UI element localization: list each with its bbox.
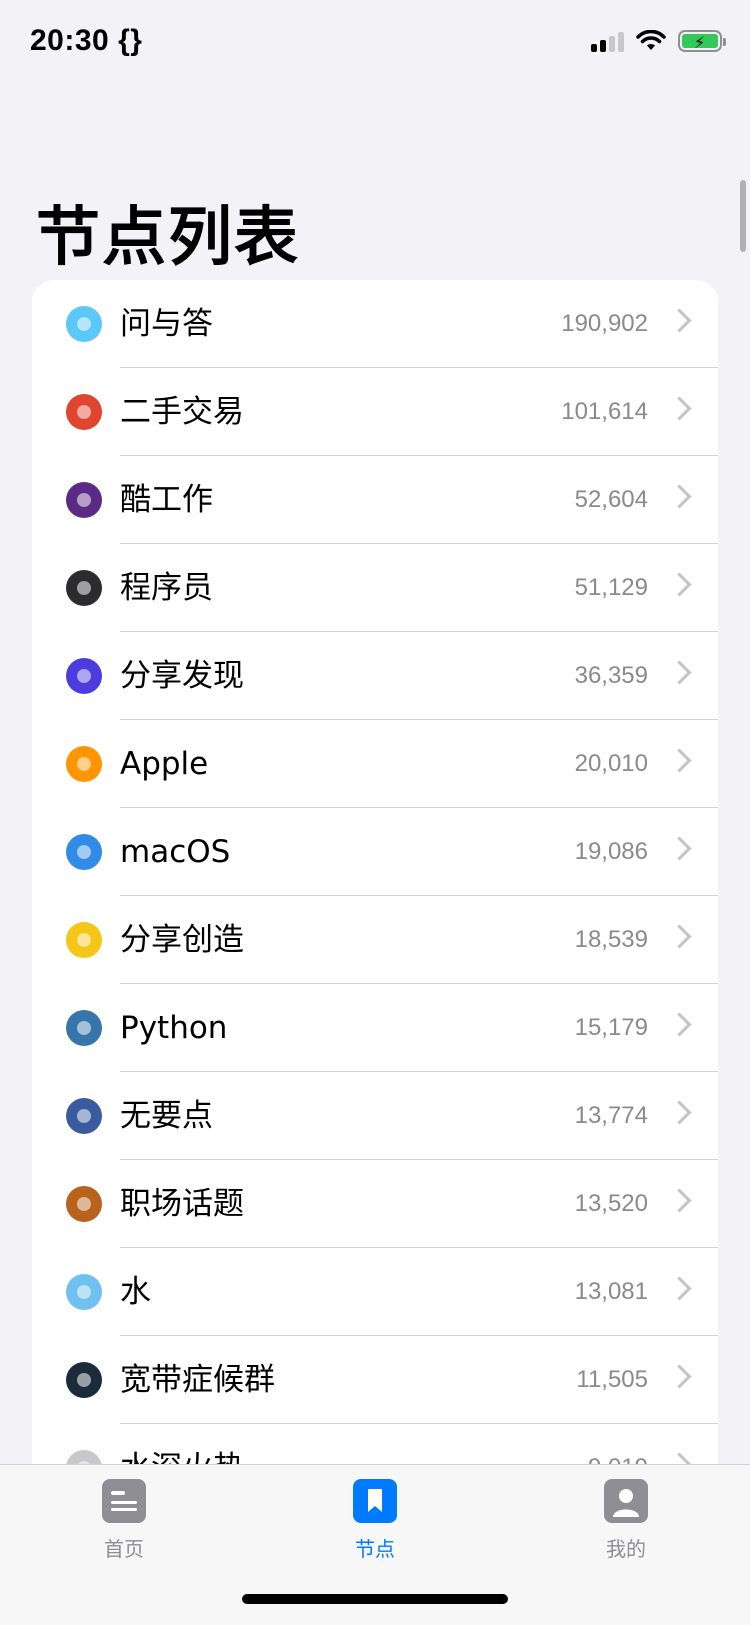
finder-icon xyxy=(64,832,104,872)
list-item[interactable]: 宽带症候群 11,505 xyxy=(32,1336,718,1424)
list-item[interactable]: 分享创造 18,539 xyxy=(32,896,718,984)
best-offer-tag-icon xyxy=(64,392,104,432)
home-indicator xyxy=(242,1594,508,1604)
node-topic-count: 190,902 xyxy=(561,310,648,337)
trash-can-icon xyxy=(64,1096,104,1136)
node-topic-count: 13,520 xyxy=(574,1190,648,1217)
node-title: 分享发现 xyxy=(120,658,244,694)
node-title: 分享创造 xyxy=(120,922,244,958)
status-time: 20:30 {} xyxy=(30,24,143,57)
chevron-right-icon xyxy=(667,396,692,421)
chevron-right-icon xyxy=(667,924,692,949)
list-item[interactable]: 分享发现 36,359 xyxy=(32,632,718,720)
node-topic-count: 18,539 xyxy=(574,926,648,953)
node-title: 酷工作 xyxy=(120,482,213,518)
unicorn-icon xyxy=(64,480,104,520)
tab-home[interactable]: 首页 xyxy=(64,1479,184,1569)
node-topic-count: 19,086 xyxy=(574,838,648,865)
node-title: 问与答 xyxy=(120,306,213,342)
node-list: 问与答 190,902 二手交易 101,614 酷工作 52,604 程序员 51,129 分… xyxy=(32,280,718,1480)
chevron-right-icon xyxy=(667,660,692,685)
scroll-indicator[interactable] xyxy=(740,180,746,252)
tab-me-label: 我的 xyxy=(606,1537,646,1561)
app-store-logo-icon xyxy=(64,568,104,608)
chevron-right-icon xyxy=(667,572,692,597)
node-title: 水 xyxy=(120,1274,151,1310)
list-item[interactable]: 职场话题 13,520 xyxy=(32,1160,718,1248)
list-item[interactable]: macOS 19,086 xyxy=(32,808,718,896)
chevron-right-icon xyxy=(667,1276,692,1301)
node-topic-count: 15,179 xyxy=(574,1014,648,1041)
network-globe-icon xyxy=(64,1360,104,1400)
node-topic-count: 101,614 xyxy=(561,398,648,425)
list-item[interactable]: 程序员 51,129 xyxy=(32,544,718,632)
tab-nodes[interactable]: 节点 xyxy=(315,1479,435,1569)
battery-icon: ⚡ xyxy=(678,30,726,52)
list-item[interactable]: 酷工作 52,604 xyxy=(32,456,718,544)
list-item[interactable]: Apple 20,010 xyxy=(32,720,718,808)
node-title: 程序员 xyxy=(120,570,213,606)
cellular-signal-icon xyxy=(591,30,624,52)
list-item[interactable]: 问与答 190,902 xyxy=(32,280,718,368)
chevron-right-icon xyxy=(667,748,692,773)
status-icons: ⚡ xyxy=(591,30,726,52)
tab-nodes-label: 节点 xyxy=(355,1537,395,1561)
node-topic-count: 13,774 xyxy=(574,1102,648,1129)
node-title: Python xyxy=(120,1010,228,1046)
chevron-right-icon xyxy=(667,1364,692,1389)
node-topic-count: 20,010 xyxy=(574,750,648,777)
page-title: 节点列表 xyxy=(36,201,300,275)
chevron-right-icon xyxy=(667,484,692,509)
chevron-right-icon xyxy=(667,836,692,861)
node-topic-count: 36,359 xyxy=(574,662,648,689)
chevron-right-icon xyxy=(667,1100,692,1125)
infinity-icon xyxy=(64,920,104,960)
tab-me[interactable]: 我的 xyxy=(566,1479,686,1569)
node-topic-count: 52,604 xyxy=(574,486,648,513)
list-item[interactable]: 二手交易 101,614 xyxy=(32,368,718,456)
lightbulb-icon xyxy=(64,656,104,696)
status-bar: 20:30 {} ⚡ xyxy=(0,0,750,90)
tab-home-label: 首页 xyxy=(104,1537,144,1561)
chevron-right-icon xyxy=(667,1012,692,1037)
person-icon xyxy=(604,1479,648,1523)
coffee-cup-icon xyxy=(64,1184,104,1224)
node-title: 无要点 xyxy=(120,1098,213,1134)
chevron-right-icon xyxy=(667,1188,692,1213)
python-logo-icon xyxy=(64,1008,104,1048)
node-title: Apple xyxy=(120,746,209,782)
node-topic-count: 13,081 xyxy=(574,1278,648,1305)
newspaper-icon xyxy=(102,1479,146,1523)
node-title: 职场话题 xyxy=(120,1186,244,1222)
list-item[interactable]: 无要点 13,774 xyxy=(32,1072,718,1160)
speech-bubble-question-icon xyxy=(64,304,104,344)
water-splash-icon xyxy=(64,1272,104,1312)
node-topic-count: 51,129 xyxy=(574,574,648,601)
node-title: 二手交易 xyxy=(120,394,244,430)
list-item[interactable]: Python 15,179 xyxy=(32,984,718,1072)
node-topic-count: 11,505 xyxy=(576,1366,648,1393)
chevron-right-icon xyxy=(667,308,692,333)
bookmark-icon xyxy=(353,1479,397,1523)
wifi-icon xyxy=(636,30,666,50)
node-title: 宽带症候群 xyxy=(120,1362,275,1398)
list-item[interactable]: 水 13,081 xyxy=(32,1248,718,1336)
node-title: macOS xyxy=(120,834,231,870)
apple-logo-icon xyxy=(64,744,104,784)
